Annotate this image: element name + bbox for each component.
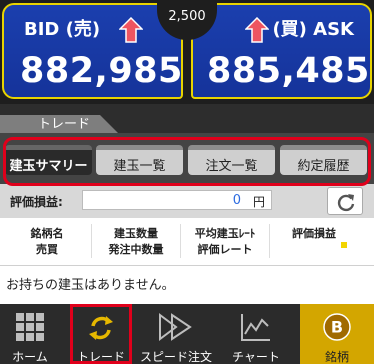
empty-positions-message: お持ちの建玉はありません。 xyxy=(6,278,175,293)
column-header: 銘柄名 売買 建玉数量 発注中数量 平均建玉ﾚｰﾄ 評価レート 評価損益 xyxy=(0,218,374,266)
bid-button[interactable]: BID (売) 882,985 xyxy=(2,3,183,99)
nav-chart-label: チャート xyxy=(232,350,280,364)
column-divider xyxy=(91,224,92,258)
nav-home[interactable]: ホーム xyxy=(0,304,60,364)
exchange-arrows-icon xyxy=(89,316,113,340)
price-header: BID (売) 882,985 2,500 (買) ASK 885,485 xyxy=(0,0,374,104)
nav-home-label: ホーム xyxy=(12,350,48,364)
profit-loss-value: 0 xyxy=(232,193,241,208)
column-profit-loss: 評価損益 xyxy=(272,226,356,242)
column-divider xyxy=(180,224,181,258)
tab-order-list[interactable]: 注文一覧 xyxy=(188,145,275,175)
tab-execution-history[interactable]: 約定履歴 xyxy=(280,145,367,175)
column-side-label: 売買 xyxy=(36,243,58,256)
column-pending-qty-label: 発注中数量 xyxy=(108,243,164,256)
refresh-icon xyxy=(337,194,355,212)
profit-loss-unit: 円 xyxy=(252,195,265,209)
ask-button[interactable]: (買) ASK 885,485 xyxy=(191,3,372,99)
column-symbol-side: 銘柄名 売買 xyxy=(5,226,89,258)
ask-label: (買) ASK xyxy=(272,19,354,40)
column-avg-rate-label: 平均建玉ﾚｰﾄ xyxy=(194,227,256,240)
tab-bar: 建玉サマリー 建玉一覧 注文一覧 約定履歴 xyxy=(0,133,374,185)
spread-value: 2,500 xyxy=(168,9,206,24)
trade-panel: トレード 建玉サマリー 建玉一覧 注文一覧 約定履歴 評価損益: 0 円 銘柄名… xyxy=(0,104,374,304)
nav-trade[interactable]: トレード xyxy=(70,304,132,364)
up-arrow-icon xyxy=(119,17,143,43)
nav-trade-label: トレード xyxy=(76,350,125,364)
nav-speed-label: スピード注文 xyxy=(140,350,213,364)
nav-chart[interactable]: チャート xyxy=(225,304,287,364)
refresh-button[interactable] xyxy=(327,187,363,215)
column-pl-label: 評価損益 xyxy=(292,227,336,240)
tab-position-summary[interactable]: 建玉サマリー xyxy=(5,145,92,175)
grid-icon xyxy=(16,313,44,341)
svg-text:B: B xyxy=(331,318,343,337)
column-quantity: 建玉数量 発注中数量 xyxy=(94,226,178,258)
bitcoin-icon: B xyxy=(323,313,351,341)
column-divider xyxy=(269,224,270,258)
nav-speed-order[interactable]: スピード注文 xyxy=(140,304,212,364)
profit-loss-field: 0 円 xyxy=(82,190,272,210)
bottom-nav: ホーム トレード スピード注文 チャート B 銘柄 xyxy=(0,304,374,364)
up-arrow-icon xyxy=(245,17,269,43)
column-position-qty-label: 建玉数量 xyxy=(114,227,158,240)
bid-label: BID (売) xyxy=(24,19,101,40)
fast-forward-icon xyxy=(159,313,192,341)
column-symbol-label: 銘柄名 xyxy=(30,227,64,240)
nav-brand-label: 銘柄 xyxy=(324,350,349,364)
sort-indicator xyxy=(341,242,347,248)
chart-icon xyxy=(241,314,270,341)
profit-loss-row: 評価損益: 0 円 xyxy=(0,184,374,218)
column-eval-rate-label: 評価レート xyxy=(197,243,253,256)
column-rate: 平均建玉ﾚｰﾄ 評価レート xyxy=(183,226,267,258)
panel-header: トレード xyxy=(0,104,374,135)
tab-position-list[interactable]: 建玉一覧 xyxy=(96,145,183,175)
profit-loss-label: 評価損益: xyxy=(10,195,63,209)
ask-price: 885,485 xyxy=(207,51,370,91)
bid-price: 882,985 xyxy=(20,51,183,91)
panel-title: トレード xyxy=(0,115,120,135)
nav-symbol[interactable]: B 銘柄 xyxy=(300,304,374,364)
